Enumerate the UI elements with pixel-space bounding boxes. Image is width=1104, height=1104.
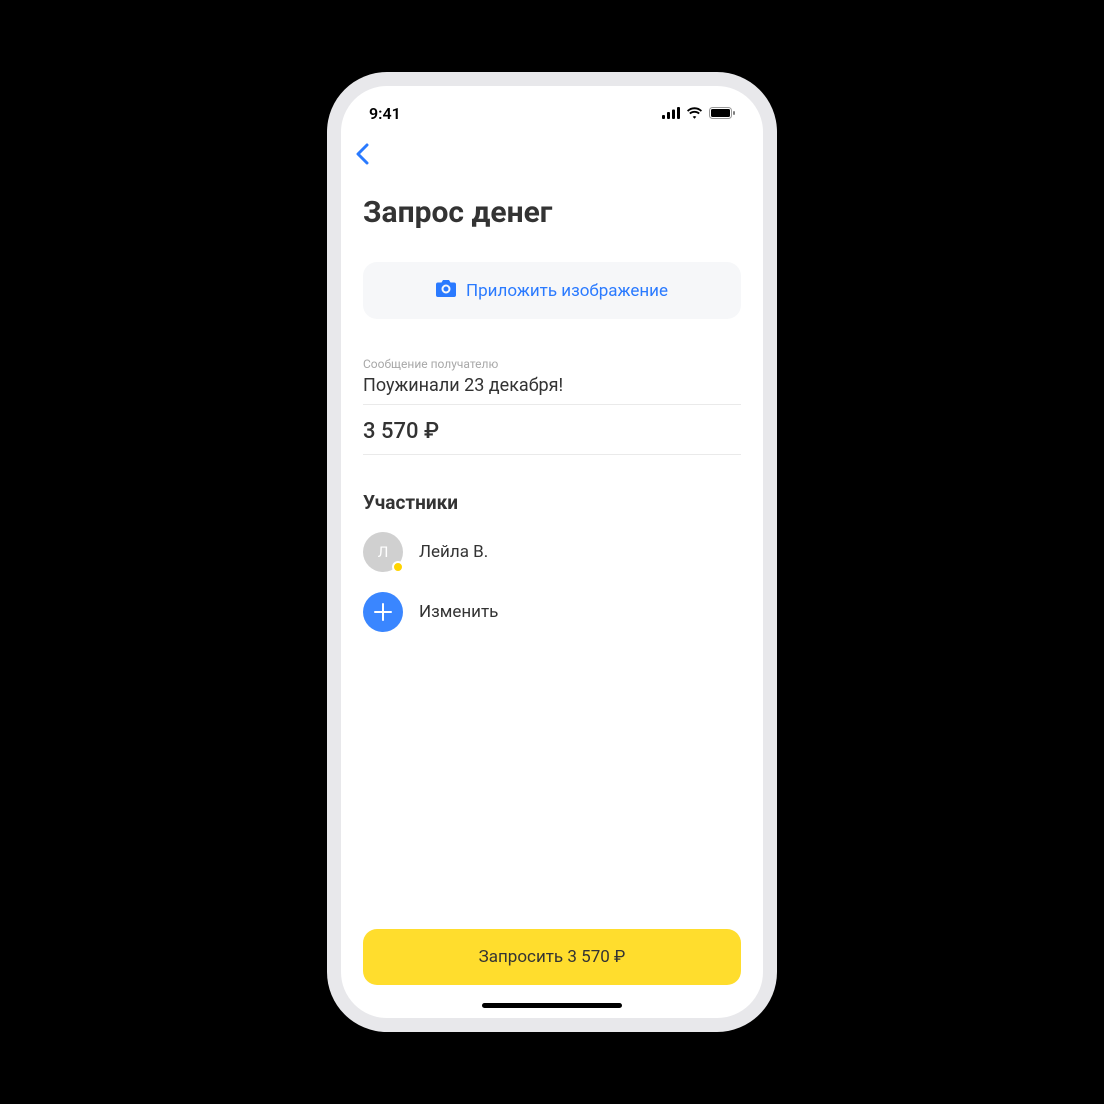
- wifi-icon: [686, 104, 703, 123]
- message-label: Сообщение получателю: [363, 357, 741, 371]
- home-indicator[interactable]: [482, 1003, 622, 1008]
- participant-row[interactable]: Л Лейла В.: [363, 532, 741, 572]
- attach-image-label: Приложить изображение: [466, 281, 668, 301]
- status-time: 9:41: [369, 104, 401, 123]
- cellular-icon: [662, 104, 680, 123]
- participants-title: Участники: [363, 491, 741, 514]
- phone-screen: 9:41 Запрос денег: [341, 86, 763, 1018]
- change-participants-button[interactable]: Изменить: [363, 592, 741, 632]
- attach-image-button[interactable]: Приложить изображение: [363, 262, 741, 319]
- change-label: Изменить: [419, 602, 498, 622]
- avatar-initial: Л: [378, 543, 389, 561]
- status-bar: 9:41: [341, 86, 763, 132]
- status-icons: [662, 104, 735, 123]
- battery-icon: [709, 104, 735, 123]
- page-title: Запрос денег: [363, 195, 741, 230]
- request-button[interactable]: Запросить 3 570 ₽: [363, 929, 741, 985]
- plus-icon: [363, 592, 403, 632]
- message-value: Поужинали 23 декабря!: [363, 375, 741, 405]
- participant-name: Лейла В.: [419, 542, 488, 562]
- back-button[interactable]: [355, 138, 369, 173]
- amount-field[interactable]: 3 570 ₽: [363, 405, 741, 455]
- camera-icon: [436, 280, 456, 301]
- avatar: Л: [363, 532, 403, 572]
- nav-bar: [341, 132, 763, 177]
- status-dot-icon: [392, 561, 404, 573]
- spacer: [363, 652, 741, 929]
- message-field[interactable]: Сообщение получателю Поужинали 23 декабр…: [363, 357, 741, 405]
- content-area: Запрос денег Приложить изображение Сообщ…: [341, 177, 763, 995]
- phone-frame: 9:41 Запрос денег: [327, 72, 777, 1032]
